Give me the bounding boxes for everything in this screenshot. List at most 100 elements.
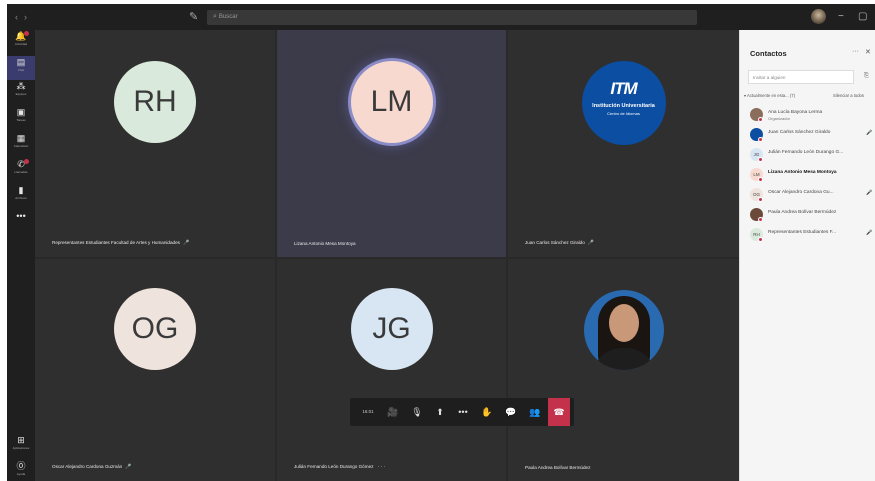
participant-name-text: Juan Carlos Sánchez Giraldo xyxy=(525,240,585,245)
rail-item-llamadas[interactable]: ✆ Llamadas xyxy=(7,158,35,182)
app-rail: 🔔 Actividad ▤ Chat ⁂ Equipos ▣ Tareas ▦ Calendari… xyxy=(7,30,35,481)
participant-list-name: Lizana Antonio Mesa Montoya xyxy=(768,170,837,175)
itm-logo: ITM Institución Universitaria Centro de Id… xyxy=(581,61,666,145)
participant-tile[interactable]: JG Julián Fernando León Durango Gómez · ·… xyxy=(277,259,506,481)
photo-face xyxy=(608,304,639,342)
apps-icon: ⊞ xyxy=(17,435,25,445)
participant-list-name: Paula Andrea Bolívar Bermúdez xyxy=(768,210,837,215)
rail-item-label: Llamadas xyxy=(14,170,28,174)
user-avatar[interactable] xyxy=(811,9,826,24)
close-icon[interactable]: ✕ xyxy=(865,48,871,56)
mic-icon[interactable]: 🎙 xyxy=(406,398,428,426)
mic-muted-icon: 🎤 xyxy=(866,130,873,136)
panel-title: Contactos xyxy=(750,49,787,58)
status-badge xyxy=(758,157,763,162)
status-badge xyxy=(758,177,763,182)
chevron-right-icon[interactable]: › xyxy=(24,12,33,22)
participant-list-item[interactable]: LM Lizana Antonio Mesa Montoya xyxy=(750,168,875,184)
search-icon: ⌕ xyxy=(213,13,217,20)
section-label: ▾ Actualmente en esta... (7) xyxy=(744,93,795,98)
logo-line-2: Centro de Idiomas xyxy=(607,111,640,116)
mic-muted-icon: 🎤 xyxy=(866,190,873,196)
rail-item-archivos[interactable]: ▮ Archivos xyxy=(7,184,35,208)
participant-list-item[interactable]: Juan Carlos Sánchez Giraldo 🎤 xyxy=(750,128,875,144)
participant-list-name: Ana Lucía Bayona Lerma xyxy=(768,110,823,115)
mic-muted-icon: 🎤 xyxy=(125,464,132,470)
file-icon: ▮ xyxy=(18,185,24,195)
participant-tile[interactable]: RH Representantes Estudiantes Facultad de… xyxy=(35,30,275,257)
rail-item-actividad[interactable]: 🔔 Actividad xyxy=(7,30,35,54)
participant-name-text: Julián Fernando León Durango Gómez xyxy=(294,464,374,469)
nav-arrows[interactable]: ‹› xyxy=(15,12,33,22)
participant-list-item[interactable]: Paula Andrea Bolívar Bermúdez xyxy=(750,208,875,224)
camera-off-icon[interactable]: 🎥 xyxy=(382,398,404,426)
status-badge xyxy=(758,117,763,122)
ellipsis-icon: · · · xyxy=(376,464,386,470)
mic-muted-icon: 🎤 xyxy=(182,240,190,246)
participant-tile[interactable]: ITM Institución Universitaria Centro de Id… xyxy=(508,30,739,257)
rail-item-label: Ayuda xyxy=(16,472,26,476)
participant-name: Oscar Alejandro Cardona Guzmán 🎤 xyxy=(52,464,131,470)
rail-item-more[interactable]: ••• xyxy=(7,210,35,234)
participant-tile[interactable]: OG Oscar Alejandro Cardona Guzmán 🎤 xyxy=(35,259,275,481)
participant-list-item[interactable]: RH Representantes Estudiantes F... 🎤 xyxy=(750,228,875,244)
chevron-left-icon[interactable]: ‹ xyxy=(15,12,24,22)
rail-item-tareas[interactable]: ▣ Tareas xyxy=(7,106,35,130)
participant-photo xyxy=(583,290,664,370)
participant-list-name: Representantes Estudiantes F... xyxy=(768,230,836,235)
participant-list-name: Oscar Alejandro Cardona Gu... xyxy=(768,190,834,195)
chat-icon: ▤ xyxy=(16,57,26,67)
rail-item-chat[interactable]: ▤ Chat xyxy=(7,56,35,80)
hang-up-icon[interactable]: ☎ xyxy=(548,398,570,426)
participant-name-text: Lizana Antonio Mesa Montoya xyxy=(294,241,356,246)
rail-item-ayuda[interactable]: ⓪ Ayuda xyxy=(7,460,35,481)
raise-hand-icon[interactable]: ✋ xyxy=(476,398,498,426)
participant-list-name: Juan Carlos Sánchez Giraldo xyxy=(768,130,831,135)
more-icon: ••• xyxy=(16,211,26,221)
mute-all-button[interactable]: Silenciar a todos xyxy=(833,93,864,98)
call-timer: 16:01 xyxy=(362,409,374,414)
rail-item-aplicaciones[interactable]: ⊞ Aplicaciones xyxy=(7,434,35,458)
participant-name: Representantes Estudiantes Facultad de A… xyxy=(52,240,189,246)
participant-list-item[interactable]: OG Oscar Alejandro Cardona Gu... 🎤 xyxy=(750,188,875,204)
participants-section-header[interactable]: ▾ Actualmente en esta... (7) Silenciar a… xyxy=(744,93,864,98)
help-icon: ⓪ xyxy=(16,461,26,471)
participant-name-text: Paula Andrea Bolívar Bermúdez xyxy=(525,465,591,470)
chat-bubble-icon[interactable]: 💬 xyxy=(500,398,522,426)
rail-item-calendario[interactable]: ▦ Calendario xyxy=(7,132,35,156)
backpack-icon: ▣ xyxy=(16,107,26,117)
participant-list-name: Julián Fernando León Durango G... xyxy=(768,150,844,155)
participants-panel: Contactos ··· ✕ Invitar a alguien ⎘ ▾ Ac… xyxy=(739,30,875,481)
minimize-button[interactable]: − xyxy=(838,11,844,22)
participant-tile[interactable]: Paula Andrea Bolívar Bermúdez xyxy=(508,259,739,481)
participant-name-text: Oscar Alejandro Cardona Guzmán xyxy=(52,464,123,469)
compose-icon[interactable]: ✎ xyxy=(189,10,198,23)
maximize-button[interactable]: ▢ xyxy=(858,11,867,22)
participant-list-item[interactable]: JG Julián Fernando León Durango G... xyxy=(750,148,875,164)
logo-line-1: Institución Universitaria xyxy=(592,103,655,109)
phone-icon: ✆ xyxy=(17,159,25,169)
search-input[interactable]: ⌕ Buscar xyxy=(207,10,697,25)
rail-item-label: Archivos xyxy=(15,196,27,200)
share-invite-icon[interactable]: ⎘ xyxy=(864,73,869,80)
participants-icon[interactable]: 👥 xyxy=(524,398,546,426)
share-screen-icon[interactable]: ⬆ xyxy=(429,398,451,426)
notification-badge xyxy=(24,31,29,36)
participant-name: Lizana Antonio Mesa Montoya xyxy=(294,241,356,246)
rail-item-equipos[interactable]: ⁂ Equipos xyxy=(7,80,35,104)
participant-tile[interactable]: LM Lizana Antonio Mesa Montoya xyxy=(277,30,506,257)
participant-list-item[interactable]: Ana Lucía Bayona Lerma Organizador xyxy=(750,108,875,124)
avatar-initials: OG xyxy=(114,288,196,370)
participant-role: Organizador xyxy=(768,116,791,121)
status-badge xyxy=(758,197,763,202)
title-bar: ‹› ✎ ⌕Buscar − ▢ ✕ xyxy=(0,0,875,30)
call-controls: 16:01 🎥 🎙 ⬆ ••• ✋ 💬 👥 ☎ xyxy=(350,398,574,426)
participant-name: Julián Fernando León Durango Gómez · · · xyxy=(294,464,386,470)
more-icon[interactable]: ··· xyxy=(852,48,859,55)
status-badge xyxy=(758,137,763,142)
rail-item-label: Chat xyxy=(17,68,25,72)
status-badge xyxy=(758,237,763,242)
invite-input[interactable]: Invitar a alguien xyxy=(748,70,854,84)
rail-item-label: Actividad xyxy=(14,42,28,46)
more-options-icon[interactable]: ••• xyxy=(452,398,474,426)
